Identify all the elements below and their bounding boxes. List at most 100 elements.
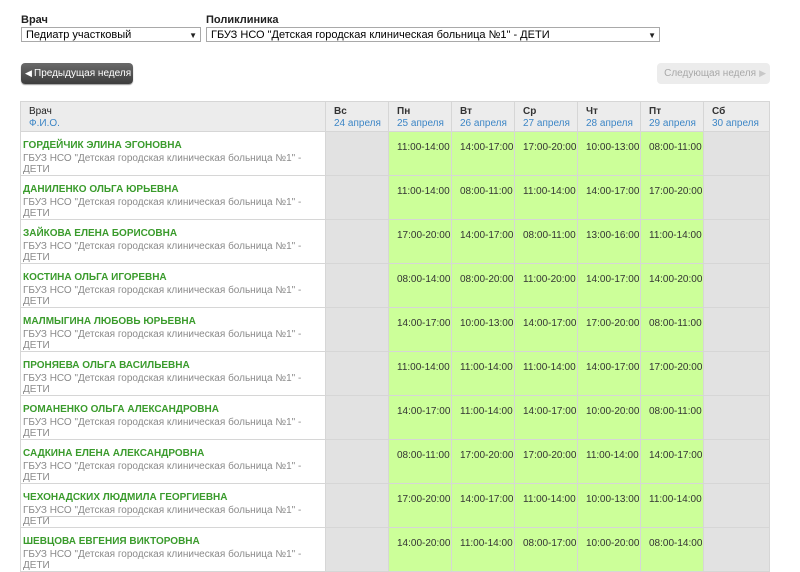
unavailable-cell bbox=[325, 175, 389, 220]
table-row: РОМАНЕНКО ОЛЬГА АЛЕКСАНДРОВНА ГБУЗ НСО "Д… bbox=[20, 395, 770, 440]
previous-week-button[interactable]: ◀ Предыдущая неделя bbox=[21, 63, 133, 84]
doctor-clinic: ГБУЗ НСО "Детская городская клиническая … bbox=[23, 461, 302, 483]
clinic-select-value: ГБУЗ НСО "Детская городская клиническая … bbox=[211, 29, 550, 41]
unavailable-cell bbox=[703, 175, 770, 220]
time-slot-cell[interactable]: 14:00-17:00 bbox=[388, 395, 452, 440]
header-doctor: Врач Ф.И.О. bbox=[20, 101, 326, 132]
header-day: Пт 29 апреля bbox=[640, 101, 704, 132]
previous-week-label: Предыдущая неделя bbox=[34, 68, 132, 79]
time-slot-cell[interactable]: 17:00-20:00 bbox=[514, 131, 578, 176]
header-day: Вт 26 апреля bbox=[451, 101, 515, 132]
header-doctor-label: Врач bbox=[29, 106, 52, 117]
time-slot-cell[interactable]: 14:00-17:00 bbox=[451, 483, 515, 528]
time-slot-cell[interactable]: 08:00-11:00 bbox=[640, 395, 704, 440]
doctor-cell: ГОРДЕЙЧИК ЭЛИНА ЭГОНОВНА ГБУЗ НСО "Детска… bbox=[20, 131, 326, 176]
time-slot-cell[interactable]: 10:00-20:00 bbox=[577, 395, 641, 440]
unavailable-cell bbox=[325, 131, 389, 176]
time-slot-cell[interactable]: 11:00-14:00 bbox=[388, 131, 452, 176]
time-slot-cell[interactable]: 17:00-20:00 bbox=[640, 175, 704, 220]
time-slot-cell[interactable]: 17:00-20:00 bbox=[577, 307, 641, 352]
header-day: Пн 25 апреля bbox=[388, 101, 452, 132]
time-slot-cell[interactable]: 11:00-14:00 bbox=[514, 483, 578, 528]
header-day: Ср 27 апреля bbox=[514, 101, 578, 132]
time-slot-cell[interactable]: 10:00-20:00 bbox=[577, 527, 641, 572]
day-name: Пт bbox=[649, 106, 662, 117]
time-slot-cell[interactable]: 14:00-17:00 bbox=[451, 219, 515, 264]
day-date: 30 апреля bbox=[712, 118, 759, 129]
unavailable-cell bbox=[703, 219, 770, 264]
time-slot-cell[interactable]: 13:00-16:00 bbox=[577, 219, 641, 264]
time-slot-cell[interactable]: 14:00-20:00 bbox=[640, 263, 704, 308]
time-slot-cell[interactable]: 08:00-11:00 bbox=[451, 175, 515, 220]
day-name: Вс bbox=[334, 106, 347, 117]
time-slot-cell[interactable]: 17:00-20:00 bbox=[388, 219, 452, 264]
doctor-name-link[interactable]: ДАНИЛЕНКО ОЛЬГА ЮРЬЕВНА bbox=[23, 184, 325, 195]
time-slot-cell[interactable]: 14:00-17:00 bbox=[577, 263, 641, 308]
doctor-name-link[interactable]: ЗАЙКОВА ЕЛЕНА БОРИСОВНА bbox=[23, 228, 325, 239]
doctor-cell: ЗАЙКОВА ЕЛЕНА БОРИСОВНА ГБУЗ НСО "Детская… bbox=[20, 219, 326, 264]
time-slot-cell[interactable]: 14:00-17:00 bbox=[577, 175, 641, 220]
schedule-table: Врач Ф.И.О. Вс 24 апреля Пн 25 апреля Вт 26… bbox=[20, 101, 770, 572]
table-row: ЧЕХОНАДСКИХ ЛЮДМИЛА ГЕОРГИЕВНА ГБУЗ НСО "… bbox=[20, 483, 770, 528]
doctor-name-link[interactable]: ГОРДЕЙЧИК ЭЛИНА ЭГОНОВНА bbox=[23, 140, 325, 151]
time-slot-cell[interactable]: 08:00-14:00 bbox=[640, 527, 704, 572]
time-slot-cell[interactable]: 08:00-11:00 bbox=[388, 439, 452, 484]
doctor-name-link[interactable]: ПРОНЯЕВА ОЛЬГА ВАСИЛЬЕВНА bbox=[23, 360, 325, 371]
doctor-name-link[interactable]: ШЕВЦОВА ЕВГЕНИЯ ВИКТОРОВНА bbox=[23, 536, 325, 547]
doctor-clinic: ГБУЗ НСО "Детская городская клиническая … bbox=[23, 329, 302, 351]
time-slot-cell[interactable]: 10:00-13:00 bbox=[451, 307, 515, 352]
clinic-select[interactable]: ГБУЗ НСО "Детская городская клиническая … bbox=[206, 27, 660, 42]
time-slot-cell[interactable]: 11:00-14:00 bbox=[577, 439, 641, 484]
day-date: 25 апреля bbox=[397, 118, 444, 129]
time-slot-cell[interactable]: 08:00-14:00 bbox=[388, 263, 452, 308]
time-slot-cell[interactable]: 08:00-17:00 bbox=[514, 527, 578, 572]
doctor-name-link[interactable]: РОМАНЕНКО ОЛЬГА АЛЕКСАНДРОВНА bbox=[23, 404, 325, 415]
time-slot-cell[interactable]: 17:00-20:00 bbox=[640, 351, 704, 396]
time-slot-cell[interactable]: 08:00-20:00 bbox=[451, 263, 515, 308]
time-slot-cell[interactable]: 11:00-14:00 bbox=[451, 527, 515, 572]
time-slot-cell[interactable]: 14:00-17:00 bbox=[388, 307, 452, 352]
time-slot-cell[interactable]: 11:00-14:00 bbox=[640, 483, 704, 528]
time-slot-cell[interactable]: 10:00-13:00 bbox=[577, 131, 641, 176]
doctor-name-link[interactable]: КОСТИНА ОЛЬГА ИГОРЕВНА bbox=[23, 272, 325, 283]
table-row: КОСТИНА ОЛЬГА ИГОРЕВНА ГБУЗ НСО "Детская … bbox=[20, 263, 770, 308]
time-slot-cell[interactable]: 11:00-14:00 bbox=[514, 351, 578, 396]
next-week-button[interactable]: Следующая неделя ▶ bbox=[657, 63, 770, 84]
time-slot-cell[interactable]: 11:00-14:00 bbox=[388, 351, 452, 396]
doctor-cell: РОМАНЕНКО ОЛЬГА АЛЕКСАНДРОВНА ГБУЗ НСО "Д… bbox=[20, 395, 326, 440]
schedule-body: ГОРДЕЙЧИК ЭЛИНА ЭГОНОВНА ГБУЗ НСО "Детска… bbox=[20, 131, 770, 572]
table-row: ШЕВЦОВА ЕВГЕНИЯ ВИКТОРОВНА ГБУЗ НСО "Детс… bbox=[20, 527, 770, 572]
time-slot-cell[interactable]: 14:00-17:00 bbox=[514, 395, 578, 440]
time-slot-cell[interactable]: 17:00-20:00 bbox=[388, 483, 452, 528]
time-slot-cell[interactable]: 08:00-11:00 bbox=[640, 131, 704, 176]
doctor-name-link[interactable]: МАЛМЫГИНА ЛЮБОВЬ ЮРЬЕВНА bbox=[23, 316, 325, 327]
time-slot-cell[interactable]: 11:00-20:00 bbox=[514, 263, 578, 308]
doctor-select[interactable]: Педиатр участковый ▼ bbox=[21, 27, 201, 42]
time-slot-cell[interactable]: 14:00-20:00 bbox=[388, 527, 452, 572]
doctor-name-link[interactable]: ЧЕХОНАДСКИХ ЛЮДМИЛА ГЕОРГИЕВНА bbox=[23, 492, 325, 503]
time-slot-cell[interactable]: 14:00-17:00 bbox=[640, 439, 704, 484]
time-slot-cell[interactable]: 11:00-14:00 bbox=[451, 395, 515, 440]
header-day: Чт 28 апреля bbox=[577, 101, 641, 132]
time-slot-cell[interactable]: 08:00-11:00 bbox=[640, 307, 704, 352]
time-slot-cell[interactable]: 11:00-14:00 bbox=[514, 175, 578, 220]
time-slot-cell[interactable]: 14:00-17:00 bbox=[514, 307, 578, 352]
doctor-clinic: ГБУЗ НСО "Детская городская клиническая … bbox=[23, 549, 302, 571]
time-slot-cell[interactable]: 10:00-13:00 bbox=[577, 483, 641, 528]
time-slot-cell[interactable]: 14:00-17:00 bbox=[451, 131, 515, 176]
next-week-label: Следующая неделя bbox=[664, 68, 756, 79]
doctor-cell: ШЕВЦОВА ЕВГЕНИЯ ВИКТОРОВНА ГБУЗ НСО "Детс… bbox=[20, 527, 326, 572]
time-slot-cell[interactable]: 11:00-14:00 bbox=[388, 175, 452, 220]
table-row: ПРОНЯЕВА ОЛЬГА ВАСИЛЬЕВНА ГБУЗ НСО "Детск… bbox=[20, 351, 770, 396]
time-slot-cell[interactable]: 08:00-11:00 bbox=[514, 219, 578, 264]
unavailable-cell bbox=[325, 219, 389, 264]
doctor-cell: САДКИНА ЕЛЕНА АЛЕКСАНДРОВНА ГБУЗ НСО "Дет… bbox=[20, 439, 326, 484]
time-slot-cell[interactable]: 17:00-20:00 bbox=[451, 439, 515, 484]
unavailable-cell bbox=[325, 263, 389, 308]
time-slot-cell[interactable]: 11:00-14:00 bbox=[640, 219, 704, 264]
doctor-name-link[interactable]: САДКИНА ЕЛЕНА АЛЕКСАНДРОВНА bbox=[23, 448, 325, 459]
time-slot-cell[interactable]: 17:00-20:00 bbox=[514, 439, 578, 484]
time-slot-cell[interactable]: 11:00-14:00 bbox=[451, 351, 515, 396]
time-slot-cell[interactable]: 14:00-17:00 bbox=[577, 351, 641, 396]
chevron-left-icon: ◀ bbox=[25, 68, 32, 78]
